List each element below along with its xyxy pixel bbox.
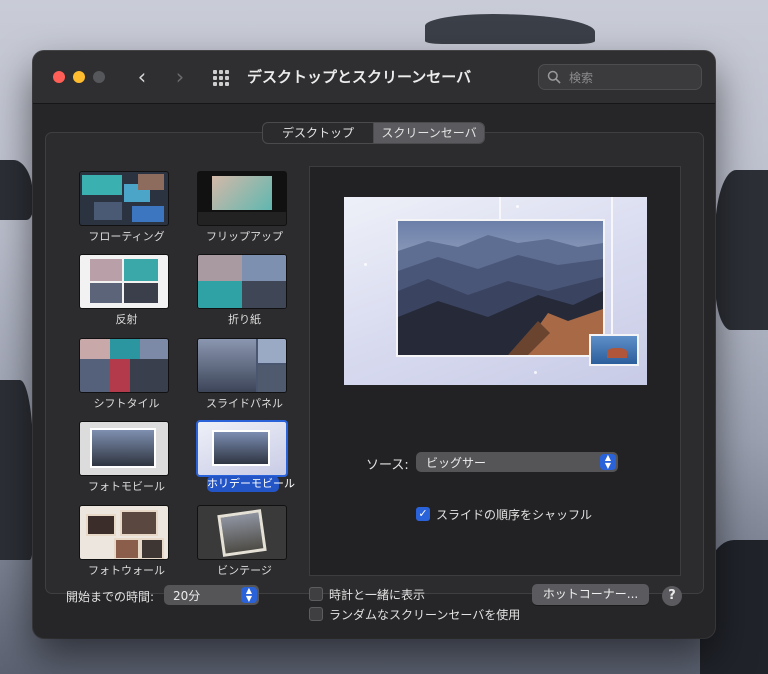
show-all-grid-icon[interactable] [213,70,229,86]
saver-thumbnail [80,172,168,225]
saver-thumbnail [80,255,168,308]
desktop-rock-right [715,170,768,330]
source-label: ソース: [366,458,409,473]
desktop-rock-top [425,14,595,44]
tab-segmented-control: デスクトップ スクリーンセーバ [262,122,485,144]
window-title: デスクトップとスクリーンセーバ [247,68,472,86]
search-input[interactable] [567,68,699,88]
mountain-image [398,221,603,355]
saver-item-sliding-panels[interactable]: スライドパネル [187,333,302,410]
saver-label: 反射 [115,313,138,326]
hot-corners-button[interactable]: ホットコーナー... [532,584,649,605]
saver-item-photo-wall[interactable]: フォトウォール [69,500,184,577]
saver-thumbnail [80,506,168,559]
start-time-value: 20分 [173,589,201,603]
saver-label: スライドパネル [206,397,283,410]
saver-thumbnail [80,422,168,475]
screensaver-preview [344,197,647,385]
saver-label: フリップアップ [206,230,283,243]
saver-item-origami[interactable]: 折り紙 [187,249,302,326]
search-icon [547,70,561,84]
search-field[interactable] [538,64,702,90]
saver-label: フローティング [88,230,165,243]
popup-arrows-icon: ▲ ▼ [241,587,257,603]
show-clock-checkbox[interactable] [309,587,323,601]
popup-arrows-icon: ▲ ▼ [600,454,616,470]
saver-label: 折り紙 [228,313,261,326]
minimize-window-button[interactable] [73,71,85,83]
saver-item-reflection[interactable]: 反射 [69,249,184,326]
random-saver-checkbox[interactable] [309,607,323,621]
help-button[interactable]: ? [662,586,682,606]
forward-button[interactable]: › [169,65,191,89]
saver-item-flipup[interactable]: フリップアップ [187,166,302,243]
saver-item-vintage[interactable]: ビンテージ [187,500,302,577]
saver-label: シフトタイル [93,397,160,410]
saver-thumbnail [198,422,286,475]
tab-desktop[interactable]: デスクトップ [263,123,373,143]
saver-label: ホリデーモビール [207,476,295,492]
preferences-window: ‹ › デスクトップとスクリーンセーバ デスクトップ スクリーンセーバ [33,51,715,638]
start-time-popup[interactable]: 20分 ▲ ▼ [164,585,259,605]
screensaver-list: フローティング フリップアップ 反射 折り紙 シフトタイル スライドパネル フォ… [69,166,305,579]
shuffle-checkbox[interactable]: ✓ [416,507,430,521]
saver-item-floating[interactable]: フローティング [69,166,184,243]
saver-label: フォトウォール [88,564,165,577]
saver-thumbnail [198,172,286,225]
saver-thumbnail [80,339,168,392]
title-bar: ‹ › デスクトップとスクリーンセーバ [33,51,715,104]
desktop-rock-left-low [0,380,33,560]
random-saver-label: ランダムなスクリーンセーバを使用 [329,608,521,622]
saver-label: フォトモビール [88,480,165,493]
saver-item-shifting-tiles[interactable]: シフトタイル [69,333,184,410]
desktop-rock-left [0,160,33,220]
source-popup[interactable]: ビッグサー ▲ ▼ [416,452,618,472]
saver-thumbnail [198,506,286,559]
close-window-button[interactable] [53,71,65,83]
saver-label: ビンテージ [217,564,272,577]
saver-thumbnail [198,339,286,392]
saver-item-photo-mobile[interactable]: フォトモビール [69,416,184,493]
show-clock-label: 時計と一緒に表示 [329,588,426,602]
tab-screensaver[interactable]: スクリーンセーバ [373,123,484,143]
shuffle-label: スライドの順序をシャッフル [436,508,593,522]
saver-thumbnail [198,255,286,308]
preview-photo [396,219,605,357]
source-value: ビッグサー [426,456,487,470]
back-button[interactable]: ‹ [131,65,153,89]
zoom-window-button[interactable] [93,71,105,83]
start-time-label: 開始までの時間: [66,590,155,604]
saver-item-holiday-mobile[interactable]: ホリデーモビール [187,416,302,492]
